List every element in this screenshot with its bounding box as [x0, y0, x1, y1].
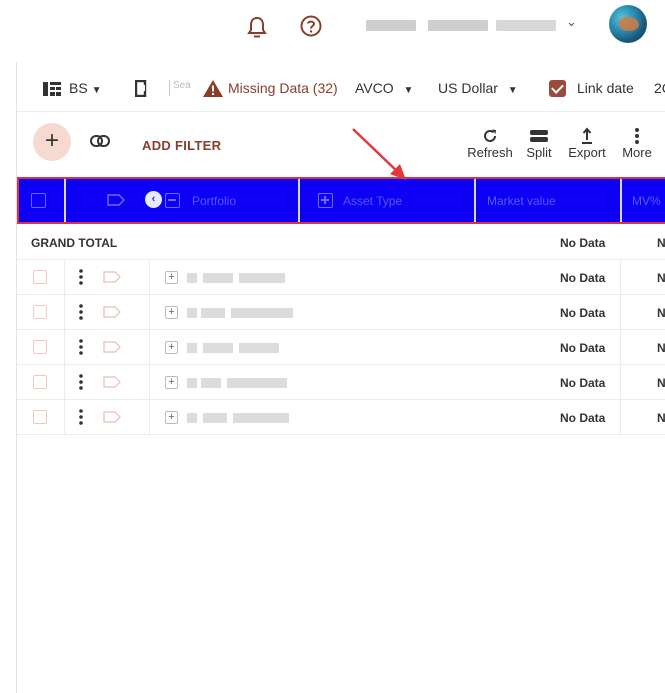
more-button[interactable]: More	[617, 122, 657, 160]
export-label: Export	[568, 145, 606, 160]
tag-icon[interactable]	[107, 194, 125, 206]
expand-icon[interactable]	[318, 193, 333, 208]
missing-data-link[interactable]: Missing Data (32)	[228, 80, 338, 96]
refresh-icon	[484, 129, 496, 142]
view-selector[interactable]: BS ▼	[69, 80, 101, 96]
row-menu-icon[interactable]	[79, 269, 83, 285]
layout-icon[interactable]	[43, 82, 61, 96]
column-asset-type: Asset Type	[343, 194, 403, 208]
search-input[interactable]: Sea	[169, 80, 199, 96]
mv-percent-cell: N	[657, 376, 665, 390]
row-checkbox[interactable]	[33, 375, 47, 389]
row-checkbox[interactable]	[33, 340, 47, 354]
market-value-cell: No Data	[560, 271, 606, 285]
account-name-blurred[interactable]	[366, 20, 558, 31]
export-icon	[582, 127, 592, 144]
expand-row-icon[interactable]: +	[165, 376, 178, 389]
refresh-label: Refresh	[467, 145, 513, 160]
caret-down-icon: ▼	[403, 85, 414, 96]
expand-row-icon[interactable]: +	[165, 411, 178, 424]
split-button[interactable]: Split	[520, 122, 558, 160]
mv-percent-cell: N	[657, 411, 665, 425]
portfolio-name-blurred	[187, 343, 293, 353]
expand-row-icon[interactable]: +	[165, 271, 178, 284]
row-menu-icon[interactable]	[79, 374, 83, 390]
caret-down-icon: ▼	[91, 85, 102, 96]
market-value-cell: No Data	[560, 376, 606, 390]
grand-total-label: GRAND TOTAL	[31, 236, 118, 250]
row-menu-icon[interactable]	[79, 339, 83, 355]
refresh-button[interactable]: Refresh	[464, 122, 516, 160]
help-icon[interactable]	[299, 14, 323, 38]
caret-down-icon: ▼	[507, 85, 518, 96]
row-checkbox[interactable]	[33, 410, 47, 424]
market-value-cell: No Data	[560, 306, 606, 320]
row-menu-icon[interactable]	[79, 409, 83, 425]
portfolio-name-blurred	[187, 413, 293, 423]
expand-row-icon[interactable]: +	[165, 306, 178, 319]
select-all-checkbox[interactable]	[31, 193, 46, 208]
more-label: More	[622, 145, 652, 160]
tag-icon[interactable]	[103, 376, 121, 388]
split-icon	[530, 130, 548, 142]
column-mv-percent: MV%	[632, 194, 661, 208]
portfolio-name-blurred	[187, 378, 293, 388]
warning-icon	[203, 80, 223, 97]
row-checkbox[interactable]	[33, 270, 47, 284]
column-portfolio: Portfolio	[192, 194, 237, 208]
tag-icon[interactable]	[103, 306, 121, 318]
bell-icon[interactable]	[246, 15, 268, 39]
header-market-value[interactable]: Market value	[476, 179, 622, 222]
export-button[interactable]: Export	[564, 122, 610, 160]
table-header: ‹ Portfolio Asset Type Market value MV%	[17, 177, 665, 224]
mv-percent-cell: N	[657, 271, 665, 285]
link-icon[interactable]	[90, 134, 110, 148]
market-value-cell: No Data	[560, 341, 606, 355]
mv-percent-cell: N	[657, 341, 665, 355]
portfolio-name-blurred	[187, 308, 293, 318]
grand-total-market-value: No Data	[560, 236, 606, 250]
row-menu-icon[interactable]	[79, 304, 83, 320]
table-row[interactable]: + No Data N	[17, 260, 665, 295]
add-button[interactable]: +	[33, 123, 71, 161]
tag-icon[interactable]	[103, 341, 121, 353]
currency-value: US Dollar	[438, 80, 498, 96]
header-select-cell	[19, 179, 66, 222]
top-bar: ⌄	[0, 0, 665, 62]
view-label: BS	[69, 80, 88, 96]
market-value-cell: No Data	[560, 411, 606, 425]
portfolio-name-blurred	[187, 273, 293, 283]
tag-icon[interactable]	[103, 271, 121, 283]
view-toolbar: BS ▼ Sea Missing Data (32) AVCO ▼ US Dol…	[17, 66, 665, 112]
table-row[interactable]: + No Data N	[17, 295, 665, 330]
avatar[interactable]	[609, 5, 647, 43]
cost-method-value: AVCO	[355, 80, 394, 96]
action-toolbar: + ADD FILTER Refresh Split Export More	[17, 112, 665, 174]
report-icon[interactable]	[135, 80, 147, 97]
header-mv-percent[interactable]: MV%	[622, 179, 665, 222]
more-vertical-icon	[635, 128, 639, 144]
currency-select[interactable]: US Dollar ▼	[438, 80, 518, 96]
cost-method-select[interactable]: AVCO ▼	[355, 80, 413, 96]
annotation-arrow	[352, 128, 406, 180]
collapse-all-icon[interactable]	[165, 193, 180, 208]
link-date-checkbox[interactable]	[549, 80, 566, 97]
date-truncated: 2C	[654, 80, 665, 96]
table-row[interactable]: + No Data N	[17, 365, 665, 400]
grand-total-mv-percent: N	[657, 236, 665, 250]
table-row[interactable]: + No Data N	[17, 330, 665, 365]
split-label: Split	[526, 145, 552, 160]
row-checkbox[interactable]	[33, 305, 47, 319]
search-placeholder: Sea	[173, 80, 191, 91]
grand-total-row: GRAND TOTAL No Data N	[17, 224, 665, 260]
expand-row-icon[interactable]: +	[165, 341, 178, 354]
add-filter-button[interactable]: ADD FILTER	[142, 138, 221, 153]
column-market-value: Market value	[487, 194, 556, 208]
table-row[interactable]: + No Data N	[17, 400, 665, 435]
header-portfolio[interactable]: Portfolio	[151, 179, 300, 222]
tag-icon[interactable]	[103, 411, 121, 423]
mv-percent-cell: N	[657, 306, 665, 320]
link-date-label: Link date	[577, 80, 634, 96]
chevron-down-icon[interactable]: ⌄	[566, 14, 577, 30]
